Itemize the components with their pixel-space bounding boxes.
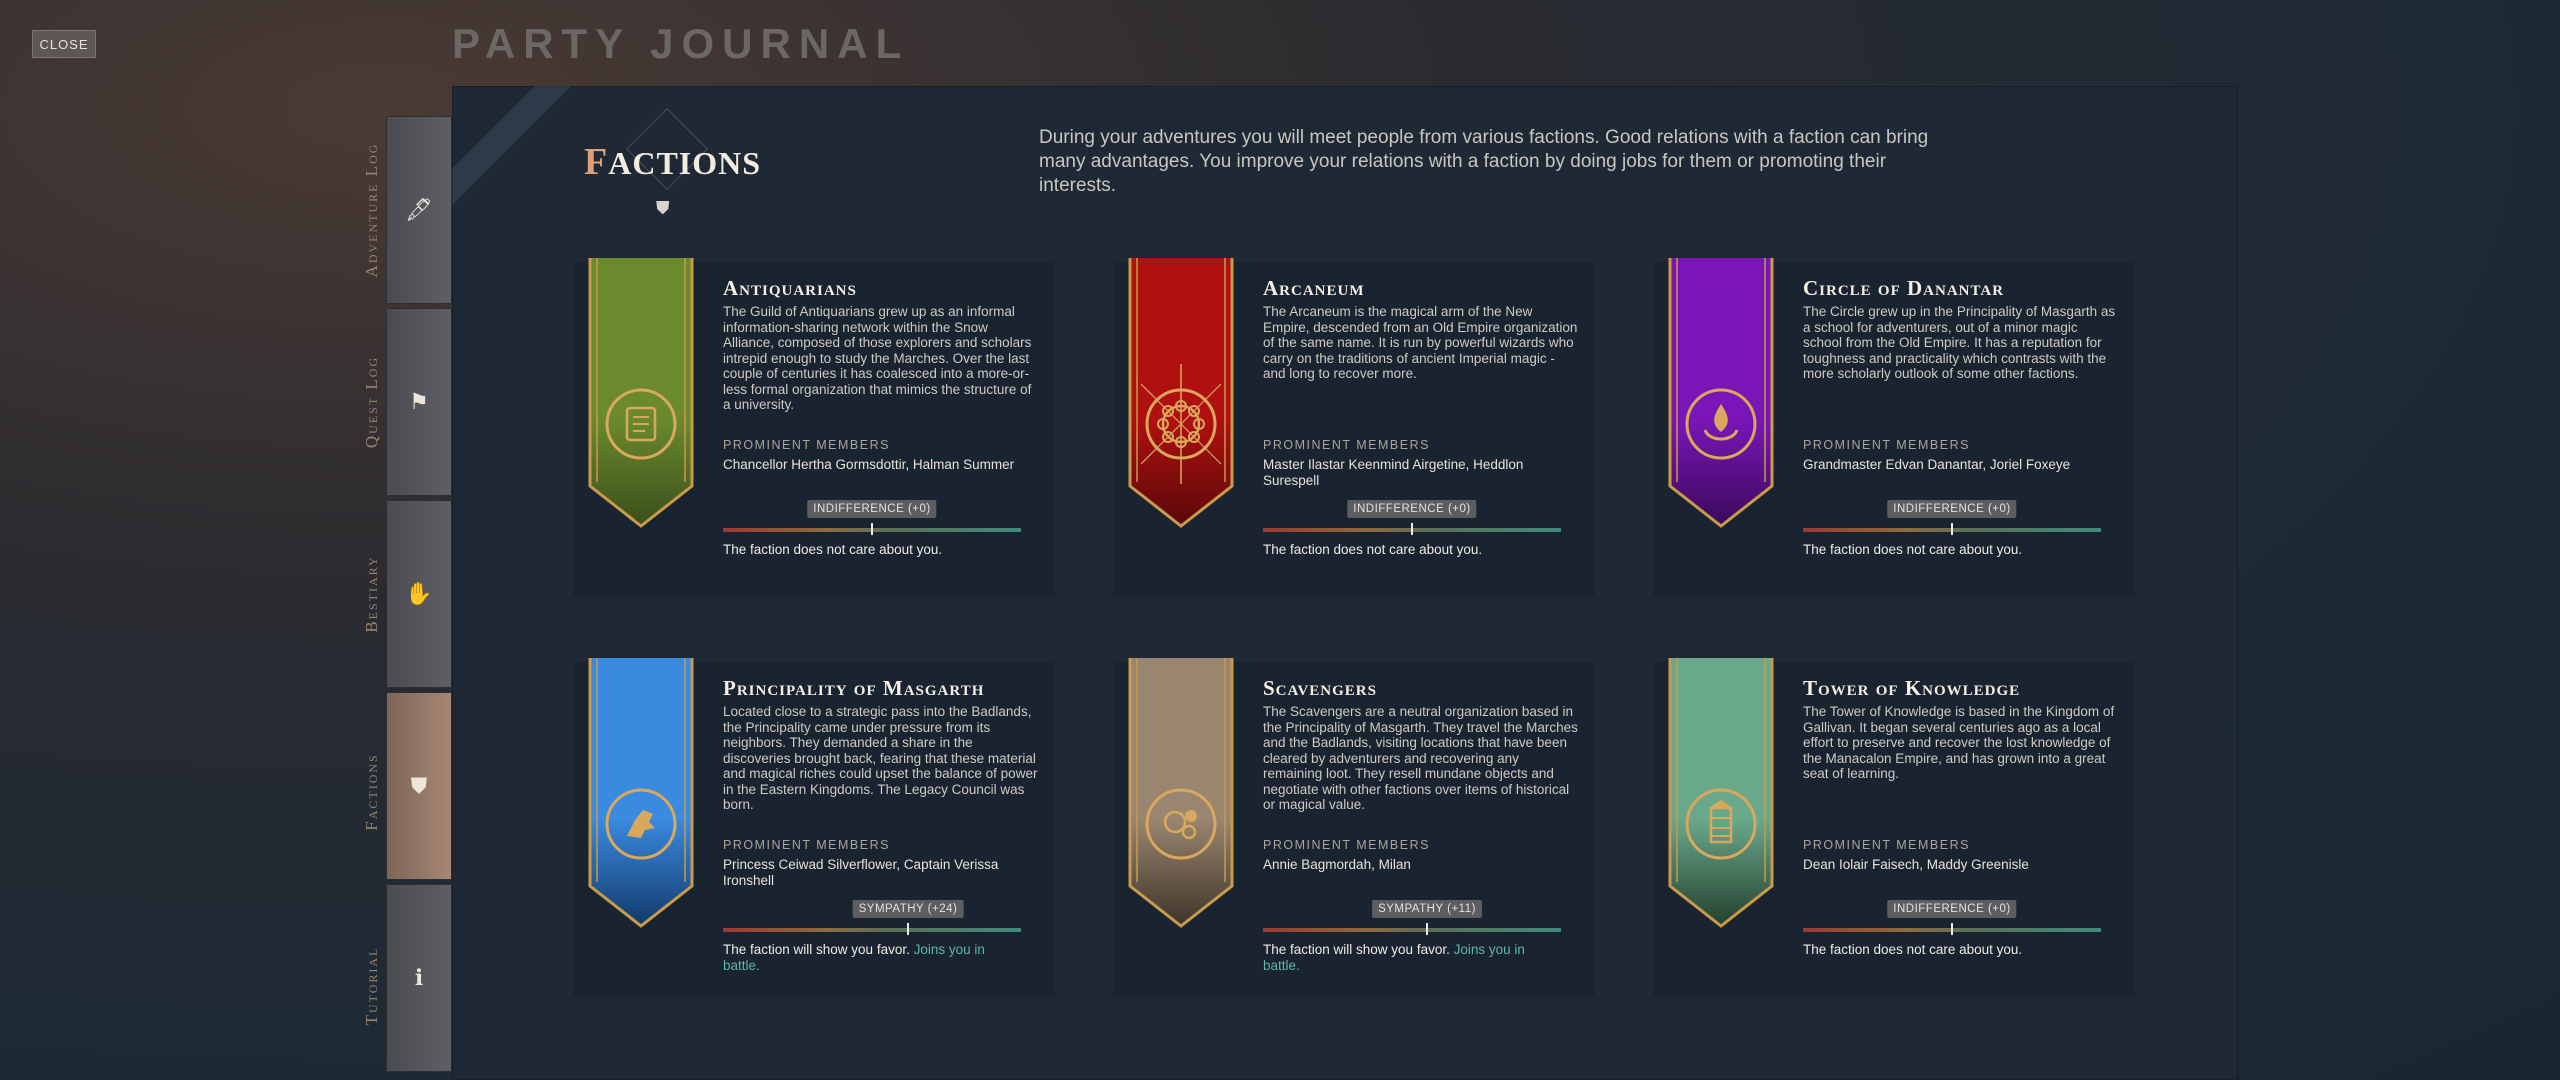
- prominent-members-label: PROMINENT MEMBERS: [1263, 838, 1430, 852]
- prominent-members-label: PROMINENT MEMBERS: [1803, 838, 1970, 852]
- tab-factions[interactable]: ⛊: [386, 692, 452, 880]
- faction-name: Scavengers: [1263, 676, 1377, 700]
- reputation-marker: [871, 523, 873, 535]
- tab-tutorial[interactable]: ℹ: [386, 884, 452, 1072]
- banner-icon: ⛊: [656, 198, 670, 218]
- reputation-bar: [1263, 523, 1561, 535]
- faction-description: The Guild of Antiquarians grew up as an …: [723, 304, 1032, 412]
- page-title: FACTIONS: [584, 141, 762, 183]
- reputation-marker: [1951, 523, 1953, 535]
- faction-banner: [1128, 658, 1234, 928]
- reputation-status: The faction will show you favor. Joins y…: [1263, 942, 1525, 973]
- reputation-status: The faction does not care about you.: [723, 542, 943, 557]
- prominent-members: Master Ilastar Keenmind Airgetine, Heddl…: [1263, 457, 1524, 488]
- reputation-bar: [1803, 523, 2101, 535]
- reputation-marker: [1951, 923, 1953, 935]
- faction-name: Antiquarians: [723, 276, 857, 300]
- reputation-status: The faction does not care about you.: [1263, 542, 1483, 557]
- faction-description: The Scavengers are a neutral organizatio…: [1263, 704, 1578, 812]
- faction-card-principality-of-masgarth: Principality of Masgarth Located close t…: [572, 658, 1056, 998]
- tab-adventure-log[interactable]: 🖋: [386, 116, 452, 304]
- prominent-members: Princess Ceiwad Silverflower, Captain Ve…: [723, 857, 999, 888]
- reputation-marker: [1426, 923, 1428, 935]
- factions-intro: During your adventures you will meet peo…: [1039, 127, 1929, 196]
- faction-card-arcaneum: Arcaneum The Arcaneum is the magical arm…: [1112, 258, 1596, 598]
- banner-icon: ⛊: [410, 773, 428, 798]
- prominent-members: Dean Iolair Faisech, Maddy Greenisle: [1803, 857, 2029, 872]
- prominent-members: Annie Bagmordah, Milan: [1263, 857, 1411, 872]
- journal-title: PARTY JOURNAL: [452, 20, 910, 67]
- flag-icon: ⚑: [409, 389, 429, 414]
- faction-banner: [1668, 658, 1774, 928]
- faction-card-circle-of-danantar: Circle of Danantar The Circle grew up in…: [1652, 258, 2136, 598]
- faction-name: Principality of Masgarth: [723, 676, 985, 700]
- faction-card-antiquarians: Antiquarians The Guild of Antiquarians g…: [572, 258, 1056, 598]
- prominent-members-label: PROMINENT MEMBERS: [1803, 438, 1970, 452]
- claw-icon: ✋: [405, 581, 433, 606]
- reputation-badge: SYMPATHY (+24): [852, 900, 964, 918]
- faction-description: The Circle grew up in the Principality o…: [1803, 304, 2116, 381]
- tab-label-tutorial: Tutorial: [362, 946, 381, 1026]
- tab-bestiary[interactable]: ✋: [386, 500, 452, 688]
- close-button[interactable]: CLOSE: [32, 30, 96, 58]
- reputation-bar: [1803, 923, 2101, 935]
- faction-banner: [1668, 258, 1774, 528]
- prominent-members-label: PROMINENT MEMBERS: [1263, 438, 1430, 452]
- faction-card-scavengers: Scavengers The Scavengers are a neutral …: [1112, 658, 1596, 998]
- faction-card-tower-of-knowledge: Tower of Knowledge The Tower of Knowledg…: [1652, 658, 2136, 998]
- faction-banner: [588, 658, 694, 928]
- reputation-marker: [907, 923, 909, 935]
- reputation-badge: INDIFFERENCE (+0): [807, 500, 937, 518]
- reputation-bar: [723, 523, 1021, 535]
- quill-icon: 🖋: [405, 197, 433, 222]
- faction-description: The Arcaneum is the magical arm of the N…: [1263, 304, 1578, 381]
- reputation-bar: [1263, 923, 1561, 935]
- faction-name: Arcaneum: [1263, 276, 1365, 300]
- faction-banner: [588, 258, 694, 528]
- reputation-marker: [1411, 523, 1413, 535]
- tab-label-bestiary: Bestiary: [362, 555, 381, 633]
- reputation-status: The faction does not care about you.: [1803, 942, 2023, 957]
- prominent-members: Chancellor Hertha Gormsdottir, Halman Su…: [723, 457, 1015, 472]
- prominent-members-label: PROMINENT MEMBERS: [723, 438, 890, 452]
- faction-description: The Tower of Knowledge is based in the K…: [1803, 704, 2115, 781]
- reputation-badge: SYMPATHY (+11): [1372, 900, 1482, 918]
- faction-banner: [1128, 258, 1234, 528]
- reputation-badge: INDIFFERENCE (+0): [1887, 900, 2017, 918]
- reputation-bar: [723, 923, 1021, 935]
- journal-tabs: 🖋 ⚑ ✋ ⛊ ℹ: [386, 116, 452, 1076]
- reputation-status: The faction does not care about you.: [1803, 542, 2023, 557]
- prominent-members-label: PROMINENT MEMBERS: [723, 838, 890, 852]
- prominent-members: Grandmaster Edvan Danantar, Joriel Foxey…: [1803, 457, 2071, 472]
- reputation-badge: INDIFFERENCE (+0): [1887, 500, 2017, 518]
- tab-quest-log[interactable]: ⚑: [386, 308, 452, 496]
- info-icon: ℹ: [414, 965, 424, 990]
- reputation-status: The faction will show you favor. Joins y…: [723, 942, 985, 973]
- tab-label-adventure-log: Adventure Log: [362, 142, 381, 278]
- tab-label-quest-log: Quest Log: [362, 355, 381, 449]
- faction-description: Located close to a strategic pass into t…: [723, 704, 1038, 812]
- tab-label-factions: Factions: [362, 753, 381, 831]
- reputation-badge: INDIFFERENCE (+0): [1347, 500, 1477, 518]
- faction-name: Circle of Danantar: [1803, 276, 2005, 300]
- faction-name: Tower of Knowledge: [1803, 676, 2021, 700]
